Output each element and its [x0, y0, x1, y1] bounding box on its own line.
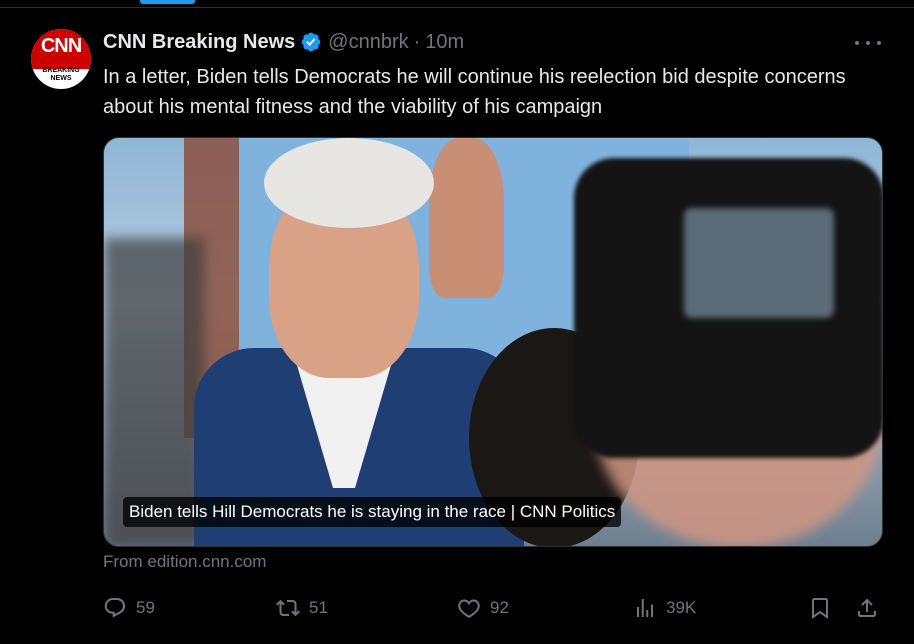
author-handle[interactable]: @cnnbrk	[328, 31, 408, 54]
repost-icon	[276, 599, 300, 617]
card-image-hair	[264, 138, 434, 228]
card-image-camera-screen	[684, 208, 834, 318]
like-icon	[458, 599, 480, 618]
tweet-header: CNN Breaking News @cnnbrk · 10m	[103, 29, 464, 55]
share-icon	[858, 598, 876, 617]
reply-button[interactable]: 59	[103, 593, 155, 623]
reply-icon	[104, 598, 126, 618]
avatar[interactable]: CNN BREAKING NEWS	[31, 29, 91, 89]
repost-count: 51	[309, 598, 328, 617]
separator-dot: ·	[413, 30, 421, 53]
repost-button[interactable]: 51	[276, 593, 328, 623]
tab-active-indicator	[140, 0, 195, 4]
dot-icon	[866, 41, 870, 45]
avatar-sub-text: BREAKING NEWS	[42, 67, 80, 82]
dot-icon	[855, 41, 859, 45]
tweet-text: In a letter, Biden tells Democrats he wi…	[103, 66, 846, 118]
link-card[interactable]: Biden tells Hill Democrats he is staying…	[103, 137, 883, 547]
views-count: 39K	[666, 598, 697, 617]
share-button[interactable]	[855, 593, 879, 623]
bookmark-icon	[812, 598, 828, 619]
views-icon	[637, 599, 653, 617]
dot-icon	[877, 41, 881, 45]
avatar-logo-text: CNN	[40, 35, 82, 57]
timestamp[interactable]: 10m	[425, 31, 464, 54]
card-caption: Biden tells Hill Democrats he is staying…	[123, 497, 622, 527]
card-image-person	[429, 138, 504, 298]
more-options-icon[interactable]	[855, 36, 881, 50]
like-button[interactable]: 92	[457, 593, 509, 623]
views-button[interactable]: 39K	[633, 593, 696, 623]
bookmark-button[interactable]	[808, 593, 832, 623]
like-count: 92	[490, 598, 509, 617]
verified-badge-icon[interactable]	[300, 31, 322, 53]
action-bar: 59 51 92 39K	[103, 593, 883, 623]
card-source[interactable]: From edition.cnn.com	[103, 552, 266, 572]
reply-count: 59	[136, 598, 155, 617]
author-name[interactable]: CNN Breaking News	[103, 31, 295, 54]
tweet[interactable]: CNN BREAKING NEWS CNN Breaking News @cnn…	[0, 8, 914, 644]
